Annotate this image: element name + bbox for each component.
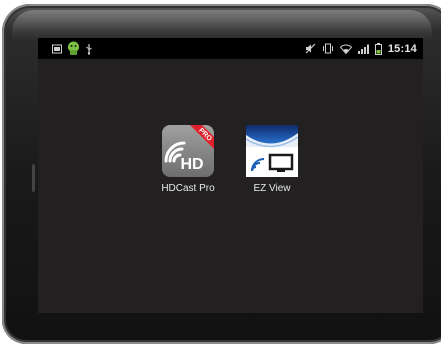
status-bar-notifications: [52, 40, 93, 57]
device-screen: 15:14 PRO HD HDCast Pro EZ View: [38, 38, 423, 313]
app-label-hdcast-pro: HDCast Pro: [161, 183, 215, 194]
ez-view-app-icon[interactable]: [245, 125, 299, 177]
side-button: [32, 164, 35, 192]
android-notification-icon: [67, 41, 80, 56]
photo-notification-icon: [52, 44, 62, 54]
signal-icon: [357, 44, 369, 54]
app-shortcut-ez-view[interactable]: EZ View: [232, 125, 312, 194]
vibrate-icon: [322, 43, 334, 54]
battery-icon: [374, 42, 382, 55]
app-shortcut-hdcast-pro[interactable]: PRO HD HDCast Pro: [148, 125, 228, 194]
hdcast-pro-app-icon[interactable]: PRO HD: [162, 125, 214, 177]
status-bar-system: 15:14: [305, 40, 417, 57]
usb-debug-icon: [85, 43, 93, 55]
status-bar: 15:14: [38, 38, 423, 59]
wifi-icon: [339, 44, 352, 54]
tablet-gloss: [12, 10, 432, 40]
svg-text:HD: HD: [180, 156, 203, 173]
app-label-ez-view: EZ View: [253, 183, 291, 194]
status-bar-time: 15:14: [387, 42, 417, 55]
no-sound-icon: [305, 43, 316, 54]
